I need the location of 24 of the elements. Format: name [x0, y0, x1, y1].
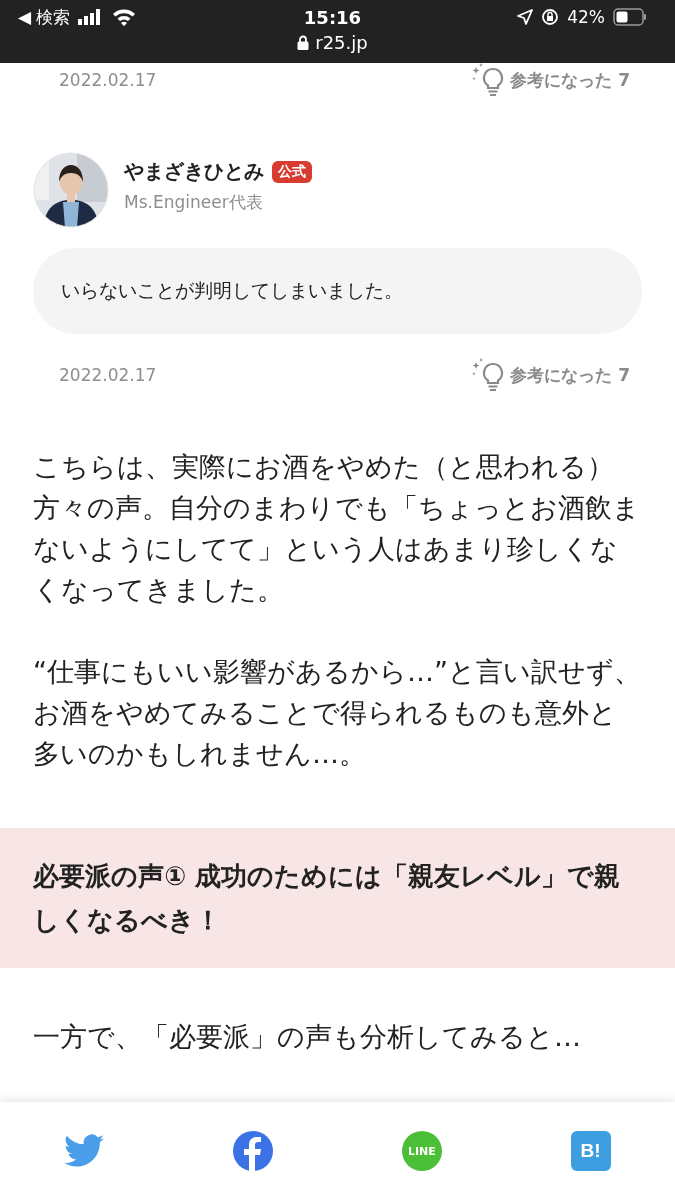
- hatena-bookmark-icon[interactable]: B!: [570, 1131, 611, 1171]
- url-text[interactable]: r25.jp: [315, 32, 368, 53]
- official-badge: 公式: [272, 160, 312, 183]
- facebook-icon[interactable]: [233, 1131, 274, 1171]
- bird-icon[interactable]: [64, 1134, 105, 1168]
- comment-date: 2022.02.17: [59, 70, 157, 90]
- section-heading: 必要派の声① 成功のためには「親友レベル」で親しくなるべき！: [0, 828, 675, 968]
- author-name[interactable]: やまざきひとみ: [124, 158, 264, 185]
- article-paragraph: “仕事にもいい影響があるから…”と言い訳せず、お酒をやめてみることで得られるものも意外と多いのかもしれません…。: [33, 655, 642, 771]
- back-link[interactable]: ◀ 検索: [18, 5, 71, 29]
- wifi-icon: [112, 8, 137, 26]
- battery-icon: [613, 8, 647, 26]
- helpful-button[interactable]: 参考になった 7: [472, 358, 630, 392]
- article-paragraph: こちらは、実際にお酒をやめた（と思われる）方々の声。自分のまわりでも「ちょっとお酒飲まないようにしてて」という人はあまり珍しくなくなってきました。: [33, 450, 641, 607]
- article-paragraph: 一方で、「必要派」の声も分析してみると…: [33, 1020, 582, 1054]
- comment-bubble: いらないことが判明してしまいました。: [33, 248, 642, 334]
- comment-date: 2022.02.17: [59, 365, 157, 385]
- helpful-button[interactable]: 参考になった 7: [472, 63, 630, 97]
- location-arrow-icon: [517, 9, 534, 25]
- battery-percent: 42%: [567, 7, 605, 27]
- clock: 15:16: [303, 6, 362, 28]
- lock-icon: [297, 35, 310, 50]
- rotation-lock-icon: [541, 8, 560, 26]
- author-title: Ms.Engineer代表: [124, 191, 264, 214]
